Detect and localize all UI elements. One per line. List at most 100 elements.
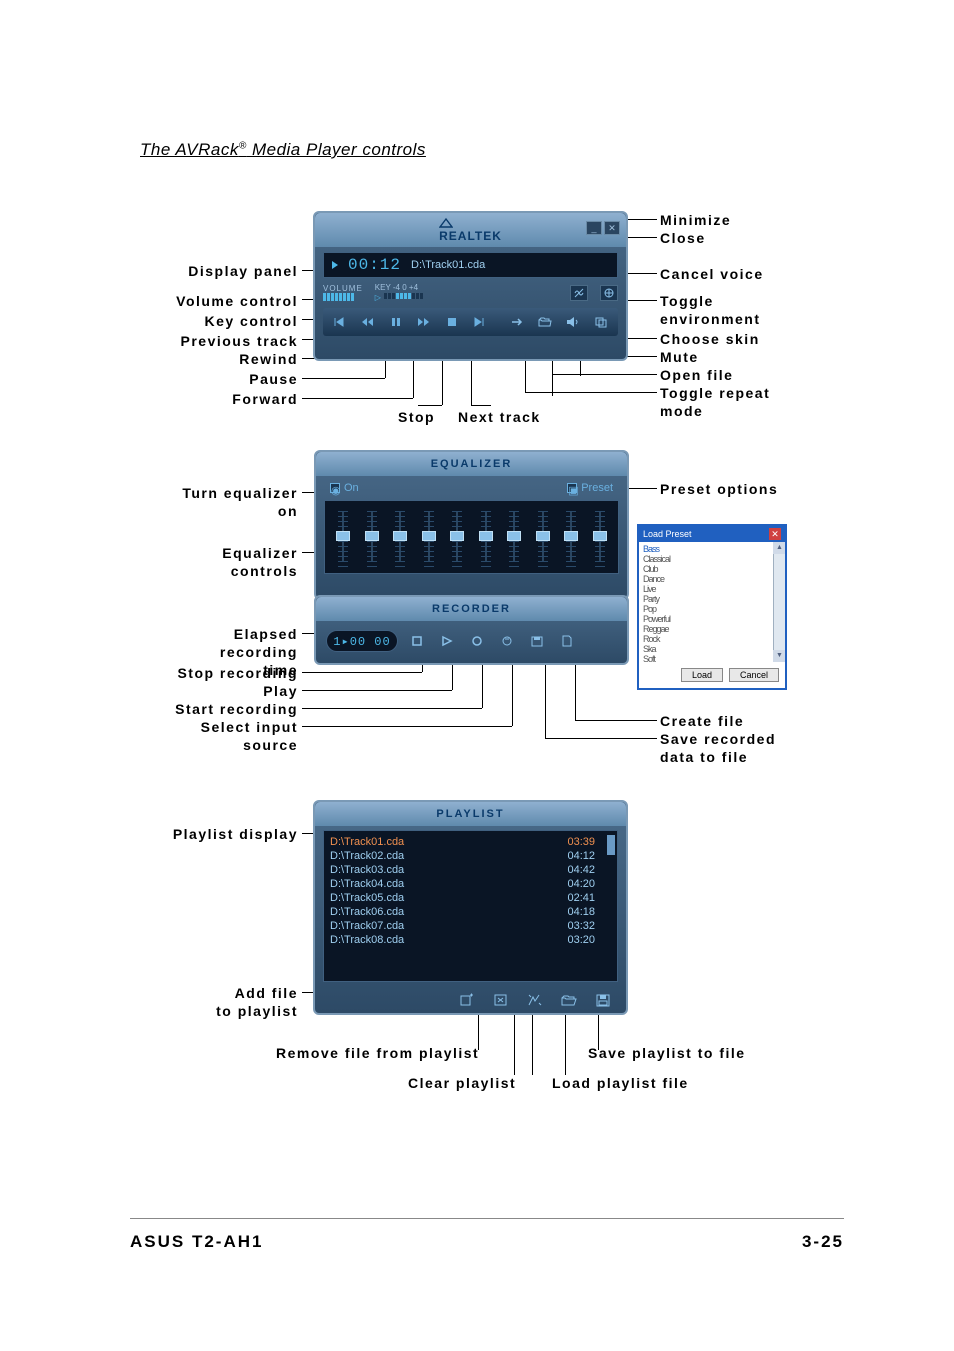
label-minimize: Minimize xyxy=(660,211,731,229)
track-name: D:\Track06.cda xyxy=(330,906,404,918)
playlist-row[interactable]: D:\Track04.cda04:20 xyxy=(330,877,611,891)
create-file-button[interactable] xyxy=(556,631,578,651)
equalizer-on-toggle[interactable]: ◉On xyxy=(330,482,359,494)
label-start-rec: Start recording xyxy=(148,700,298,718)
close-button[interactable]: ✕ xyxy=(604,221,620,235)
key-control[interactable]: KEY -4 0 +4 ▷ xyxy=(375,283,423,302)
volume-control[interactable] xyxy=(323,293,363,301)
preset-item[interactable]: Classical xyxy=(641,554,783,564)
clear-playlist-button[interactable] xyxy=(526,991,544,1009)
preset-close-button[interactable]: ✕ xyxy=(769,528,781,540)
eq-band-6[interactable] xyxy=(476,507,496,567)
label-key-control: Key control xyxy=(158,312,298,330)
select-input-button[interactable] xyxy=(496,631,518,651)
label-volume-control: Volume control xyxy=(138,292,298,310)
preset-button[interactable]: ▣Preset xyxy=(567,482,613,494)
eq-band-8[interactable] xyxy=(533,507,553,567)
playlist-row[interactable]: D:\Track06.cda 04:18 xyxy=(330,905,611,919)
add-file-button[interactable] xyxy=(458,991,476,1009)
mute-button[interactable] xyxy=(562,312,584,332)
playlist-row[interactable]: D:\Track03.cda04:42 xyxy=(330,863,611,877)
preset-cancel-button[interactable]: Cancel xyxy=(729,668,779,682)
preset-item[interactable]: Pop xyxy=(641,604,783,614)
equalizer-sliders xyxy=(324,500,619,574)
track-name: D:\Track08.cda xyxy=(330,934,404,946)
eq-band-2[interactable] xyxy=(362,507,382,567)
scroll-down-button[interactable]: ▼ xyxy=(773,650,785,662)
preset-item[interactable]: Club xyxy=(641,564,783,574)
track-duration: 03:32 xyxy=(567,920,595,932)
load-playlist-button[interactable] xyxy=(560,991,578,1009)
playlist-row[interactable]: D:\Track07.cda03:32 xyxy=(330,919,611,933)
pause-button[interactable] xyxy=(385,312,407,332)
key-label: KEY -4 0 +4 xyxy=(375,283,423,292)
label-playlist-display: Playlist display xyxy=(138,825,298,843)
label-preset-options: Preset options xyxy=(660,480,778,498)
eq-band-4[interactable] xyxy=(419,507,439,567)
preset-load-button[interactable]: Load xyxy=(681,668,723,682)
cancel-voice-button[interactable] xyxy=(570,285,588,301)
label-cancel-voice: Cancel voice xyxy=(660,265,764,283)
stop-button[interactable] xyxy=(441,312,463,332)
label-close: Close xyxy=(660,229,706,247)
preset-item[interactable]: Ska xyxy=(641,644,783,654)
scroll-up-button[interactable]: ▲ xyxy=(773,542,785,554)
track-name: D:\Track01.cda xyxy=(330,836,404,848)
label-add-file: Add file to playlist xyxy=(198,984,298,1020)
stop-recording-button[interactable] xyxy=(406,631,428,651)
preset-item[interactable]: Reggae xyxy=(641,624,783,634)
label-stop-rec: Stop recording xyxy=(148,664,298,682)
label-eq-controls: Equalizer controls xyxy=(188,544,298,580)
preset-dialog-title: Load Preset xyxy=(643,529,692,539)
playlist-row[interactable]: D:\Track02.cda04:12 xyxy=(330,849,611,863)
label-remove-file: Remove file from playlist xyxy=(276,1044,479,1062)
label-next-track: Next track xyxy=(458,408,541,426)
open-file-button[interactable] xyxy=(534,312,556,332)
save-recording-button[interactable] xyxy=(526,631,548,651)
next-track-button[interactable] xyxy=(469,312,491,332)
preset-item[interactable]: Bass xyxy=(641,544,783,554)
preset-item[interactable]: Soft xyxy=(641,654,783,662)
previous-track-button[interactable] xyxy=(329,312,351,332)
label-previous-track: Previous track xyxy=(148,332,298,350)
playlist-row[interactable]: D:\Track01.cda 03:39 xyxy=(330,835,611,849)
toggle-repeat-button[interactable] xyxy=(506,312,528,332)
playlist-scrollbar[interactable] xyxy=(607,835,615,855)
track-duration: 04:12 xyxy=(567,850,595,862)
preset-item[interactable]: Powerful xyxy=(641,614,783,624)
remove-file-button[interactable] xyxy=(492,991,510,1009)
label-play: Play xyxy=(218,682,298,700)
playlist-row[interactable]: D:\Track05.cda02:41 xyxy=(330,891,611,905)
save-playlist-button[interactable] xyxy=(594,991,612,1009)
track-duration: 04:18 xyxy=(567,906,595,918)
preset-item[interactable]: Rock xyxy=(641,634,783,644)
page-number: 3-25 xyxy=(802,1232,844,1252)
eq-band-5[interactable] xyxy=(447,507,467,567)
choose-skin-button[interactable] xyxy=(590,312,612,332)
preset-list[interactable]: BassClassicalClubDanceLivePartyPopPowerf… xyxy=(639,542,785,662)
rewind-button[interactable] xyxy=(357,312,379,332)
minimize-button[interactable]: _ xyxy=(586,221,602,235)
preset-item[interactable]: Party xyxy=(641,594,783,604)
play-recording-button[interactable] xyxy=(436,631,458,651)
preset-item[interactable]: Dance xyxy=(641,574,783,584)
playlist-row[interactable]: D:\Track08.cda03:20 xyxy=(330,933,611,947)
start-recording-button[interactable] xyxy=(466,631,488,651)
eq-band-7[interactable] xyxy=(504,507,524,567)
eq-band-1[interactable] xyxy=(333,507,353,567)
eq-band-10[interactable] xyxy=(590,507,610,567)
recording-elapsed-time: 1▸00 00 xyxy=(326,630,398,652)
equalizer-header: EQUALIZER xyxy=(316,452,627,476)
toggle-environment-button[interactable] xyxy=(600,285,618,301)
preset-item[interactable]: Live xyxy=(641,584,783,594)
brand-logo: REALTEK xyxy=(439,217,502,243)
label-pause: Pause xyxy=(218,370,298,388)
label-load-playlist: Load playlist file xyxy=(552,1074,689,1092)
label-display-panel: Display panel xyxy=(158,262,298,280)
playlist-display[interactable]: D:\Track01.cda03:39D:\Track02.cda04:12D:… xyxy=(323,830,618,982)
eq-band-9[interactable] xyxy=(561,507,581,567)
track-duration: 03:39 xyxy=(567,836,595,848)
eq-band-3[interactable] xyxy=(390,507,410,567)
forward-button[interactable] xyxy=(413,312,435,332)
playlist-panel: PLAYLIST D:\Track01.cda03:39D:\Track02.c… xyxy=(313,800,628,1015)
